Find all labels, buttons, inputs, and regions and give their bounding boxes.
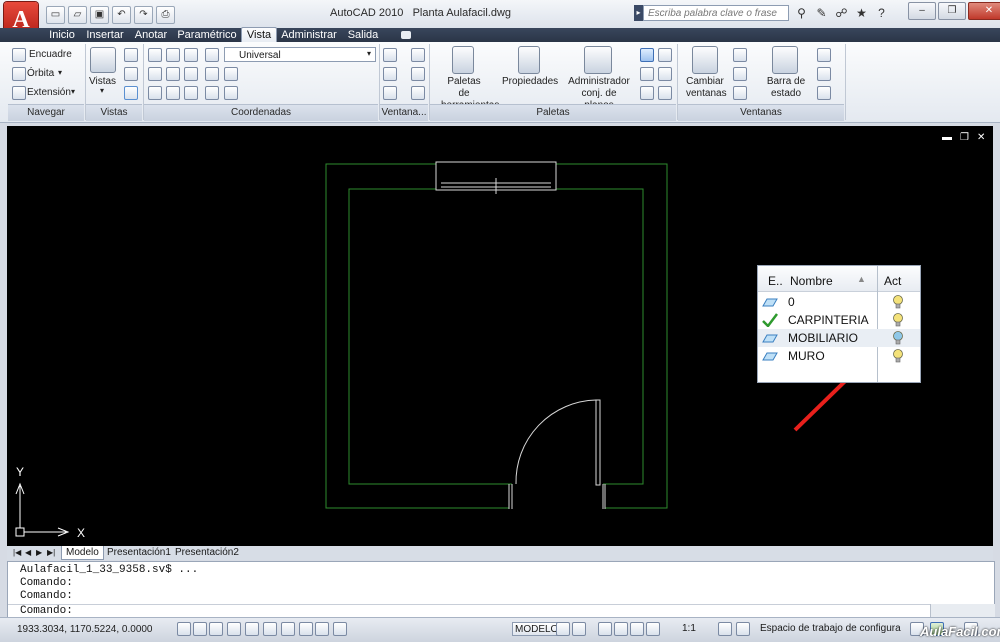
pan-status-icon[interactable] — [598, 622, 612, 636]
steeringwheel-icon[interactable] — [630, 622, 644, 636]
ducs-icon[interactable] — [281, 622, 295, 636]
inner-wall-left — [348, 188, 512, 485]
current-layer-check-icon[interactable] — [762, 313, 778, 328]
lightbulb-icon[interactable] — [892, 312, 904, 328]
door — [508, 399, 606, 509]
watermark-logo: AulaFacil.com — [920, 624, 1000, 639]
dyn-icon[interactable] — [299, 622, 313, 636]
outer-wall-left — [325, 163, 509, 509]
quick-view-layouts-icon[interactable] — [556, 622, 570, 636]
annotation-scale[interactable]: 1:1 — [680, 622, 698, 636]
layer-name[interactable]: CARPINTERIA — [788, 313, 869, 327]
showmotion-icon[interactable] — [646, 622, 660, 636]
layer-list-panel: E.. Nombre ▲ Act 0 CARPINTERIA MOBILIARIO M… — [757, 265, 921, 383]
model-space-toggle[interactable]: MODELO — [512, 622, 562, 636]
ucs-x-label: X — [77, 526, 85, 540]
command-history-line: Aulafacil_1_33_9358.sv$ ... — [20, 564, 199, 576]
ucs-axes-icon — [15, 482, 70, 537]
layout-tab-modelo[interactable]: Modelo — [61, 546, 104, 560]
grid-icon[interactable] — [193, 622, 207, 636]
ortho-icon[interactable] — [209, 622, 223, 636]
polar-icon[interactable] — [227, 622, 241, 636]
lightbulb-icon[interactable] — [892, 330, 904, 346]
layout-tab-presentacion2[interactable]: Presentación2 — [171, 546, 243, 559]
layer-row[interactable]: MURO — [758, 347, 920, 365]
layer-list-header: E.. Nombre ▲ Act — [758, 266, 920, 292]
lightbulb-icon[interactable] — [892, 294, 904, 310]
layer-name[interactable]: 0 — [788, 295, 795, 309]
column-on[interactable]: Act — [884, 274, 901, 288]
column-status[interactable]: E.. — [768, 274, 783, 288]
column-name[interactable]: Nombre — [790, 274, 833, 288]
otrack-icon[interactable] — [263, 622, 277, 636]
workspace-switcher[interactable]: Espacio de trabajo de configura — [758, 622, 906, 636]
zoom-status-icon[interactable] — [614, 622, 628, 636]
layer-name[interactable]: MURO — [788, 349, 825, 363]
sort-ascending-icon: ▲ — [857, 274, 866, 284]
layer-name[interactable]: MOBILIARIO — [788, 331, 858, 345]
command-history-line: Comando: — [20, 577, 73, 589]
wall-lines — [325, 163, 668, 509]
layer-row[interactable]: CARPINTERIA — [758, 311, 920, 329]
layer-row[interactable]: MOBILIARIO — [758, 329, 920, 347]
ucs-y-label: Y — [16, 465, 24, 479]
lineweight-icon[interactable] — [315, 622, 329, 636]
status-bar: 1933.3034, 1170.5224, 0.0000 MODELO 1:1 … — [0, 617, 1000, 642]
layout-tab-presentacion1[interactable]: Presentación1 — [103, 546, 175, 559]
osnap-icon[interactable] — [245, 622, 259, 636]
layout-tab-bar: |◀ ◀ ▶ ▶| Modelo Presentación1 Presentac… — [7, 546, 993, 560]
layer-parallelogram-icon[interactable] — [762, 331, 778, 345]
outer-wall-right — [556, 163, 668, 509]
last-layout-icon[interactable]: ▶| — [43, 546, 59, 559]
lightbulb-icon[interactable] — [892, 348, 904, 364]
infer-constraints-icon[interactable] — [177, 622, 191, 636]
command-history-line: Comando: — [20, 590, 73, 602]
layer-row[interactable]: 0 — [758, 293, 920, 311]
layer-parallelogram-icon[interactable] — [762, 295, 778, 309]
layer-parallelogram-icon[interactable] — [762, 349, 778, 363]
quick-properties-icon[interactable] — [333, 622, 347, 636]
command-line-window: Aulafacil_1_33_9358.sv$ ... Comando: Com… — [7, 561, 995, 619]
quick-view-drawings-icon[interactable] — [572, 622, 586, 636]
auto-scale-icon[interactable] — [736, 622, 750, 636]
command-input[interactable]: Comando: — [8, 604, 930, 618]
annotation-visibility-icon[interactable] — [718, 622, 732, 636]
command-scrollbar[interactable] — [930, 604, 995, 617]
window-frame — [435, 161, 557, 194]
coordinates-readout[interactable]: 1933.3034, 1170.5224, 0.0000 — [17, 624, 153, 635]
